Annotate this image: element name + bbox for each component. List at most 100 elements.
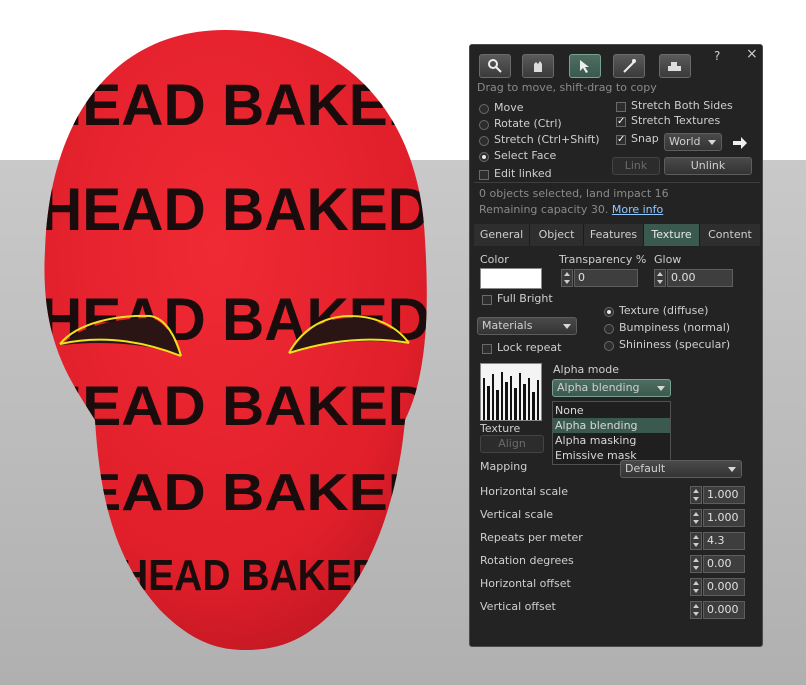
mapping-value: Default bbox=[625, 462, 666, 475]
texture-diffuse-radio[interactable] bbox=[604, 307, 614, 317]
wand-icon bbox=[623, 59, 636, 73]
lock-repeat-checkbox[interactable] bbox=[482, 344, 492, 354]
param-field[interactable]: 4.3 bbox=[703, 532, 745, 550]
glow-spinner[interactable] bbox=[654, 269, 666, 287]
param-spinner[interactable] bbox=[690, 509, 702, 527]
texture-thumbnail bbox=[481, 364, 541, 420]
close-icon[interactable]: × bbox=[746, 46, 758, 62]
focus-tool-button[interactable] bbox=[479, 54, 511, 78]
stretch-textures-checkbox[interactable]: ✓ bbox=[616, 117, 626, 127]
param-field[interactable]: 0.000 bbox=[703, 578, 745, 596]
stretch-radio[interactable] bbox=[479, 136, 489, 146]
chevron-down-icon bbox=[708, 140, 716, 145]
texture-diffuse-label: Texture (diffuse) bbox=[619, 304, 709, 317]
edit-arrow-icon bbox=[580, 60, 589, 73]
unlink-button[interactable]: Unlink bbox=[664, 157, 752, 175]
chevron-down-icon bbox=[728, 467, 736, 472]
texture-swatch[interactable] bbox=[480, 363, 542, 421]
shininess-radio[interactable] bbox=[604, 341, 614, 351]
materials-value: Materials bbox=[482, 319, 533, 332]
mapping-dropdown[interactable]: Default bbox=[620, 460, 742, 478]
param-label: Vertical scale bbox=[480, 508, 554, 521]
texture-label: Texture bbox=[480, 422, 521, 435]
link-button[interactable]: Link bbox=[612, 157, 660, 175]
align-button[interactable]: Align bbox=[480, 435, 544, 453]
param-label: Vertical offset bbox=[480, 600, 556, 613]
snap-grid-value: World bbox=[669, 135, 701, 148]
hand-icon bbox=[534, 61, 542, 72]
transparency-spinner[interactable] bbox=[561, 269, 573, 287]
build-floater: ? × Drag to move, shift-drag to copy Mov… bbox=[469, 44, 763, 647]
mapping-label: Mapping bbox=[480, 460, 528, 473]
edit-linked-label: Edit linked bbox=[494, 167, 552, 180]
magnifier-icon bbox=[488, 59, 502, 73]
chevron-down-icon bbox=[657, 386, 665, 391]
drag-hint: Drag to move, shift-drag to copy bbox=[477, 81, 657, 94]
snap-label: Snap bbox=[631, 132, 659, 145]
selection-info: 0 objects selected, land impact 16 bbox=[479, 187, 669, 200]
bumpiness-radio[interactable] bbox=[604, 324, 614, 334]
more-info-link[interactable]: More info bbox=[612, 203, 663, 216]
glow-field[interactable]: 0.00 bbox=[667, 269, 733, 287]
create-tool-button[interactable] bbox=[613, 54, 645, 78]
stretch-textures-label: Stretch Textures bbox=[631, 114, 721, 127]
transparency-label: Transparency % bbox=[559, 253, 647, 266]
edit-tool-button[interactable] bbox=[569, 54, 601, 78]
tab-features[interactable]: Features bbox=[584, 224, 644, 246]
alpha-mode-dropdown[interactable]: Alpha blending bbox=[552, 379, 671, 397]
move-tool-button[interactable] bbox=[522, 54, 554, 78]
tab-content[interactable]: Content bbox=[700, 224, 760, 246]
color-swatch[interactable] bbox=[480, 268, 542, 289]
alpha-mode-menu: None Alpha blending Alpha masking Emissi… bbox=[552, 401, 671, 465]
param-spinner[interactable] bbox=[690, 555, 702, 573]
bumpiness-label: Bumpiness (normal) bbox=[619, 321, 731, 334]
param-spinner[interactable] bbox=[690, 486, 702, 504]
param-field[interactable]: 1.000 bbox=[703, 509, 745, 527]
param-label: Rotation degrees bbox=[480, 554, 574, 567]
glow-label: Glow bbox=[654, 253, 682, 266]
stretch-label: Stretch (Ctrl+Shift) bbox=[494, 133, 600, 146]
build-tabs: General Object Features Texture Content bbox=[474, 224, 760, 246]
param-spinner[interactable] bbox=[690, 532, 702, 550]
alpha-option-none[interactable]: None bbox=[553, 403, 670, 418]
color-label: Color bbox=[480, 253, 509, 266]
lock-repeat-label: Lock repeat bbox=[497, 341, 562, 354]
grid-options-arrow-icon[interactable] bbox=[732, 137, 748, 149]
param-label: Horizontal scale bbox=[480, 485, 569, 498]
rotate-radio[interactable] bbox=[479, 120, 489, 130]
param-label: Repeats per meter bbox=[480, 531, 583, 544]
shininess-label: Shininess (specular) bbox=[619, 338, 731, 351]
help-button[interactable]: ? bbox=[714, 49, 720, 63]
snap-grid-dropdown[interactable]: World bbox=[664, 133, 722, 151]
edit-linked-checkbox[interactable] bbox=[479, 170, 489, 180]
alpha-mode-label: Alpha mode bbox=[553, 363, 619, 376]
alpha-option-blending[interactable]: Alpha blending bbox=[553, 418, 670, 433]
select-face-label: Select Face bbox=[494, 149, 557, 162]
move-radio[interactable] bbox=[479, 104, 489, 114]
face-texture-text: HEAD BAKED bbox=[40, 374, 430, 437]
tab-object[interactable]: Object bbox=[530, 224, 584, 246]
stretch-both-checkbox[interactable] bbox=[616, 102, 626, 112]
tab-texture[interactable]: Texture bbox=[644, 224, 700, 246]
alpha-option-masking[interactable]: Alpha masking bbox=[553, 433, 670, 448]
param-label: Horizontal offset bbox=[480, 577, 571, 590]
tab-general[interactable]: General bbox=[474, 224, 530, 246]
rotate-label: Rotate (Ctrl) bbox=[494, 117, 562, 130]
select-face-radio[interactable] bbox=[479, 152, 489, 162]
face-texture-text: HEAD BAKED bbox=[40, 176, 430, 243]
snap-checkbox[interactable]: ✓ bbox=[616, 135, 626, 145]
chevron-down-icon bbox=[563, 324, 571, 329]
land-tool-button[interactable] bbox=[659, 54, 691, 78]
face-texture-text: HEAD BAKED bbox=[120, 551, 380, 600]
param-field[interactable]: 0.00 bbox=[703, 555, 745, 573]
remaining-capacity: Remaining capacity 30. More info bbox=[479, 203, 664, 216]
param-spinner[interactable] bbox=[690, 578, 702, 596]
param-spinner[interactable] bbox=[690, 601, 702, 619]
alpha-mode-value: Alpha blending bbox=[557, 381, 640, 394]
transparency-field[interactable]: 0 bbox=[574, 269, 638, 287]
param-field[interactable]: 0.000 bbox=[703, 601, 745, 619]
move-label: Move bbox=[494, 101, 524, 114]
param-field[interactable]: 1.000 bbox=[703, 486, 745, 504]
materials-dropdown[interactable]: Materials bbox=[477, 317, 577, 335]
full-bright-checkbox[interactable] bbox=[482, 295, 492, 305]
